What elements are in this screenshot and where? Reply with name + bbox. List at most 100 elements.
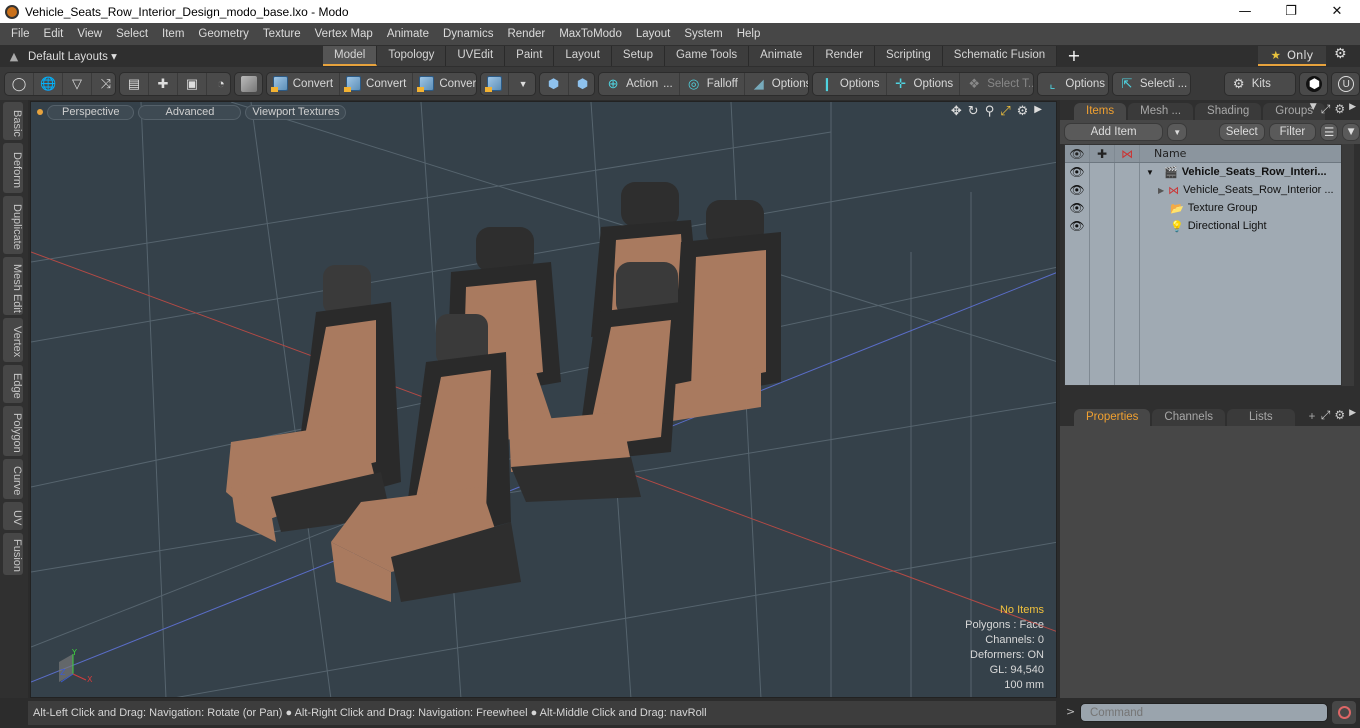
locator-column-icon[interactable]: ⋈ [1115, 145, 1140, 162]
falloff-button[interactable]: ◎ Falloff [680, 72, 745, 95]
expand-arrow-icon[interactable]: ▶ [1158, 186, 1164, 195]
tab-fusion[interactable]: Fusion [3, 533, 23, 575]
select-items-button[interactable]: ⤨ [92, 73, 115, 95]
rotate-icon[interactable]: ↻ [968, 104, 979, 119]
convert-button-1[interactable]: Convert [267, 72, 341, 95]
tab-properties[interactable]: Properties [1074, 409, 1151, 426]
tab-edge[interactable]: Edge [3, 365, 23, 403]
tab-polygon[interactable]: Polygon [3, 406, 23, 456]
menu-dynamics[interactable]: Dynamics [436, 28, 500, 40]
dial-button[interactable]: ◔ [207, 73, 230, 95]
panel-expand-icon[interactable]: ⤢ [1321, 102, 1331, 117]
list-item[interactable]: 👁 ▼ 🎬 Vehicle_Seats_Row_Interi... [1065, 163, 1341, 181]
tab-scripting[interactable]: Scripting [875, 46, 943, 66]
menu-texture[interactable]: Texture [256, 28, 308, 40]
falloff-options-button[interactable]: ◢ Options [745, 73, 808, 95]
symmetry-button[interactable]: ⬢ [569, 73, 595, 95]
viewport-menu-dot[interactable] [37, 109, 43, 115]
add-layout-tab-button[interactable]: + [1057, 46, 1090, 66]
visibility-eye-icon[interactable]: 👁 [1065, 217, 1090, 235]
workplane-options-button[interactable]: ✛ Options [887, 72, 961, 95]
menu-vertex-map[interactable]: Vertex Map [308, 28, 380, 40]
snapping-options-button[interactable]: ❙ Options [813, 72, 887, 95]
visibility-eye-icon[interactable]: 👁 [1065, 199, 1090, 217]
item-list-scrollbar[interactable] [1342, 144, 1354, 386]
panel-gear-icon[interactable]: ⚙ [1334, 408, 1345, 423]
select-edges-button[interactable]: 🌐 [34, 72, 63, 95]
zoom-icon[interactable]: ⚲ [985, 104, 995, 119]
list-item[interactable]: 👁 💡 Directional Light [1065, 217, 1341, 235]
maximize-viewport-icon[interactable]: ⤢ [1000, 104, 1010, 119]
panel-dropdown-icon[interactable]: ▼ [1310, 102, 1317, 117]
menu-layout[interactable]: Layout [629, 28, 678, 40]
select-polygons-button[interactable]: ▽ [63, 72, 92, 95]
record-macro-button[interactable] [1332, 701, 1356, 724]
add-item-dropdown[interactable]: ▼ [1167, 123, 1188, 141]
tab-layout[interactable]: Layout [554, 46, 612, 66]
menu-maxtomodo[interactable]: MaxToModo [552, 28, 629, 40]
tab-topology[interactable]: Topology [377, 46, 447, 66]
select-through-button[interactable]: ❖ Select T... [960, 73, 1033, 95]
tab-uvedit[interactable]: UVEdit [446, 46, 506, 66]
panel-arrow-icon[interactable]: ▶ [1349, 102, 1356, 117]
expand-arrow-icon[interactable]: ▼ [1146, 168, 1160, 177]
funnel-filter-icon[interactable]: ▼ [1342, 123, 1360, 141]
select-vertices-button[interactable]: ◯ [5, 72, 34, 95]
visibility-eye-icon[interactable]: 👁 [1065, 163, 1090, 181]
tab-shading[interactable]: Shading [1195, 103, 1262, 120]
unreal-kit-button[interactable]: U [1332, 73, 1359, 95]
viewport-textures-button[interactable]: Viewport Textures [245, 104, 347, 120]
lock-column-icon[interactable]: ✚ [1090, 145, 1115, 162]
selection-sets-button[interactable]: ⇱ Selecti ... [1113, 73, 1190, 95]
action-center-button[interactable]: ⊕ Action... [599, 72, 680, 95]
view-mode-button[interactable]: Perspective [47, 104, 135, 120]
layout-settings-gear-icon[interactable]: ⚙ [1334, 46, 1347, 62]
menu-render[interactable]: Render [500, 28, 552, 40]
menu-select[interactable]: Select [109, 28, 155, 40]
tab-items[interactable]: Items [1074, 103, 1127, 120]
modo-cube-kit-button[interactable]: ⬢ [1300, 73, 1327, 95]
menu-view[interactable]: View [70, 28, 109, 40]
menu-edit[interactable]: Edit [37, 28, 71, 40]
menu-animate[interactable]: Animate [380, 28, 436, 40]
only-toggle[interactable]: ★ Only [1258, 46, 1326, 66]
align-button[interactable]: ▤ [120, 72, 149, 95]
tab-model[interactable]: Model [323, 46, 378, 66]
visibility-eye-icon[interactable]: 👁 [1065, 181, 1090, 199]
cube-tool-dropdown[interactable]: ▼ [509, 73, 535, 95]
select-button[interactable]: Select [1218, 123, 1265, 141]
panel-arrow-icon[interactable]: ▶ [1349, 408, 1356, 423]
tab-vertex[interactable]: Vertex [3, 318, 23, 362]
visibility-column-eye-icon[interactable]: 👁 [1065, 145, 1090, 162]
list-options-icon[interactable]: ☰ [1320, 123, 1339, 141]
command-input[interactable] [1080, 703, 1328, 722]
uv-unwrap-button[interactable]: ✚ [149, 72, 178, 95]
tab-curve[interactable]: Curve [3, 459, 23, 499]
collapse-up-icon[interactable]: ▲ [0, 50, 28, 63]
kits-button[interactable]: ⚙ Kits [1225, 73, 1296, 95]
tab-animate[interactable]: Animate [749, 46, 815, 66]
list-item[interactable]: 👁 ▶ ⋈ Vehicle_Seats_Row_Interior ... [1065, 181, 1341, 199]
maximize-button[interactable]: ❐ [1268, 0, 1314, 23]
tab-uv[interactable]: UV [3, 502, 23, 530]
viewport-expand-arrow-icon[interactable]: ▶ [1034, 104, 1042, 119]
name-column-header[interactable]: Name [1140, 147, 1341, 160]
grey-cube-button[interactable] [235, 73, 262, 95]
grid-options-button[interactable]: ⌞ Options [1038, 73, 1107, 95]
shading-mode-button[interactable]: Advanced [138, 104, 242, 120]
minimize-button[interactable]: — [1222, 0, 1268, 23]
list-item[interactable]: 👁 📂 Texture Group [1065, 199, 1341, 217]
tab-mesh[interactable]: Mesh ... [1128, 103, 1194, 120]
viewport-settings-gear-icon[interactable]: ⚙ [1017, 104, 1029, 119]
cube-tool-button[interactable] [481, 72, 510, 95]
convert-button-2[interactable]: Convert [340, 72, 414, 95]
tab-paint[interactable]: Paint [505, 46, 555, 66]
tab-basic[interactable]: Basic [3, 102, 23, 140]
add-item-button[interactable]: Add Item [1064, 123, 1164, 141]
default-layouts-dropdown[interactable]: Default Layouts ▾ [28, 49, 323, 63]
tab-game-tools[interactable]: Game Tools [664, 46, 750, 66]
tab-mesh-edit[interactable]: Mesh Edit [3, 257, 23, 315]
panel-expand-icon[interactable]: ⤢ [1321, 408, 1331, 423]
menu-geometry[interactable]: Geometry [191, 28, 256, 40]
pan-icon[interactable]: ✥ [951, 104, 962, 119]
